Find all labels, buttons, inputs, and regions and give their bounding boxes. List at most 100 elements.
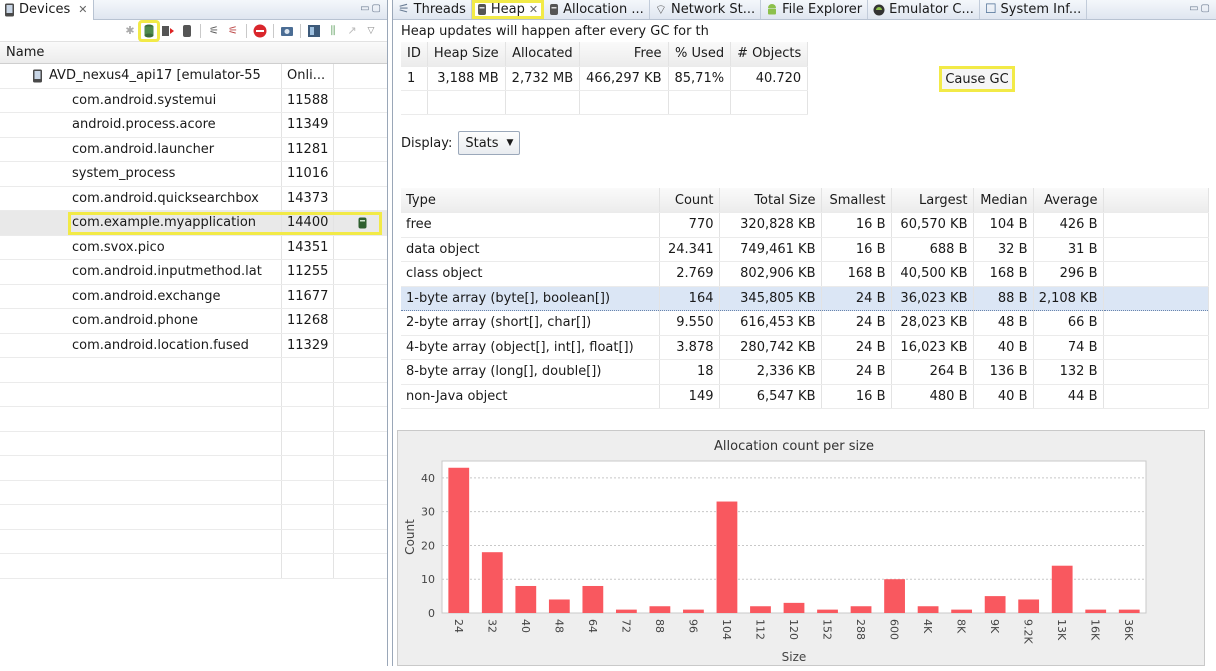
close-icon[interactable]: ✕	[78, 3, 87, 16]
minimize-maximize-icon[interactable]: ▭▢	[360, 3, 383, 14]
stats-header[interactable]: Count	[659, 188, 720, 213]
stats-cell: 164	[659, 285, 720, 311]
process-name: com.android.systemui	[0, 88, 282, 112]
stats-cell: 2,108 KB	[1033, 285, 1104, 311]
x-tick-label: 64	[586, 619, 599, 633]
chart-bar	[951, 609, 973, 613]
chart-title: Allocation count per size	[714, 439, 874, 454]
chart-bar	[783, 602, 805, 613]
stats-cell: 40 B	[973, 384, 1034, 409]
stop-process-icon[interactable]	[252, 23, 268, 39]
tab-threads[interactable]: ⚟ Threads	[393, 0, 472, 19]
stats-cell: 9.550	[659, 310, 720, 336]
tab-network-statistics[interactable]: ⌔ Network St...	[650, 0, 762, 19]
process-row[interactable]: android.process.acore 11349	[0, 113, 387, 138]
y-axis-label: Count	[403, 519, 417, 555]
opengl-trace-icon[interactable]: ↗	[344, 23, 360, 39]
stats-row[interactable]: data object 24.341 749,461 KB 16 B 688 B 32 B…	[401, 237, 1209, 262]
devices-view: Devices ✕ ▭▢ ✱ ⚟ ⚟ ⫼ ↗ ▽ Name AVD_nexus4…	[0, 0, 388, 666]
stats-row[interactable]: class object 2.769 802,906 KB 168 B 40,500 K…	[401, 261, 1209, 287]
summary-cell: 40.720	[730, 66, 809, 91]
tab-heap[interactable]: Heap ✕	[471, 0, 545, 19]
process-row[interactable]: com.android.inputmethod.lat 11255	[0, 260, 387, 285]
tab-emulator-control[interactable]: Emulator C...	[868, 0, 980, 19]
screen-capture-icon[interactable]	[279, 23, 295, 39]
stats-header[interactable]: Type	[401, 188, 660, 213]
tab-file-explorer[interactable]: File Explorer	[761, 0, 869, 19]
update-threads-icon[interactable]: ⚟	[206, 23, 222, 39]
heap-update-note: Heap updates will happen after every GC …	[401, 23, 709, 39]
stats-cell: 136 B	[973, 359, 1034, 385]
x-tick-label: 48	[552, 619, 565, 633]
tab-system-information[interactable]: ☐ System Inf...	[980, 0, 1088, 19]
summary-header[interactable]: Allocated	[505, 42, 581, 67]
process-row[interactable]: com.android.systemui 11588	[0, 88, 387, 113]
stats-cell: 3.878	[659, 335, 720, 360]
update-heap-icon[interactable]	[138, 19, 160, 42]
dump-hprof-icon[interactable]	[160, 23, 176, 39]
summary-header[interactable]: Free	[579, 42, 669, 67]
stats-row[interactable]: 1-byte array (byte[], boolean[]) 164 345,8…	[401, 285, 1209, 311]
tab-devices[interactable]: Devices ✕	[0, 0, 95, 20]
process-row[interactable]: com.android.location.fused 11329	[0, 333, 387, 358]
device-name: AVD_nexus4_api17 [emulator-55	[49, 68, 261, 84]
stats-row[interactable]: 8-byte array (long[], double[]) 18 2,336 K…	[401, 359, 1209, 385]
stats-header[interactable]: Smallest	[821, 188, 892, 213]
systrace-icon[interactable]: ⫼	[325, 23, 341, 39]
stats-cell: data object	[401, 237, 660, 262]
process-row[interactable]: system_process 11016	[0, 162, 387, 187]
display-dropdown[interactable]: Stats ▼	[458, 131, 521, 155]
stats-header[interactable]: Total Size	[719, 188, 822, 213]
stats-row[interactable]: 4-byte array (object[], int[], float[]) 3…	[401, 335, 1209, 360]
summary-header[interactable]: % Used	[668, 42, 732, 67]
x-tick-label: 4K	[921, 619, 934, 634]
process-pid: 11329	[282, 333, 334, 357]
summary-header[interactable]: Heap Size	[427, 42, 506, 67]
y-tick-label: 20	[421, 539, 435, 552]
stats-cell: 44 B	[1033, 384, 1104, 409]
cause-gc-button[interactable]: Cause GC	[939, 66, 1015, 92]
dump-view-hierarchy-icon[interactable]	[306, 23, 322, 39]
x-tick-label: 32	[485, 619, 498, 633]
heap-summary-table: ID Heap Size Allocated Free% Used # Objects …	[401, 42, 809, 115]
process-row[interactable]: com.android.launcher 11281	[0, 137, 387, 162]
stats-cell: 688 B	[891, 237, 974, 262]
process-name: com.example.myapplication	[0, 211, 282, 235]
stats-header[interactable]: Average	[1033, 188, 1104, 213]
summary-header[interactable]: ID	[401, 42, 428, 67]
stats-header[interactable]: Largest	[891, 188, 974, 213]
x-tick-label: 88	[653, 619, 666, 633]
tab-allocation-tracker[interactable]: Allocation ...	[544, 0, 650, 19]
process-row[interactable]: com.android.phone 11268	[0, 309, 387, 334]
x-tick-label: 36K	[1122, 619, 1135, 641]
x-tick-label: 13K	[1055, 619, 1068, 641]
stats-cell: 345,805 KB	[719, 285, 822, 311]
stats-row[interactable]: free 770 320,828 KB 16 B 60,570 KB 104 B 426 B	[401, 212, 1209, 238]
stats-row[interactable]: non-Java object 149 6,547 KB 16 B 480 B 40 B4…	[401, 384, 1209, 409]
debug-icon[interactable]: ✱	[122, 23, 138, 39]
x-tick-label: 96	[686, 619, 699, 633]
stats-row[interactable]: 2-byte array (short[], char[]) 9.550 616,4…	[401, 310, 1209, 336]
summary-cell: 466,297 KB	[579, 66, 669, 91]
stats-header[interactable]: Median	[973, 188, 1034, 213]
stats-cell: 24 B	[821, 359, 892, 385]
minimize-maximize-icon[interactable]: ▭▢	[1189, 3, 1212, 14]
device-row[interactable]: AVD_nexus4_api17 [emulator-55 Onli...	[0, 64, 387, 89]
process-row[interactable]: com.svox.pico 14351	[0, 235, 387, 260]
stats-cell: 24 B	[821, 335, 892, 360]
view-menu-icon[interactable]: ▽	[363, 23, 379, 39]
process-name: com.android.exchange	[0, 284, 282, 308]
chart-bar	[515, 585, 537, 613]
start-method-profiling-icon[interactable]: ⚟	[225, 23, 241, 39]
process-row[interactable]: com.android.exchange 11677	[0, 284, 387, 309]
stats-cell: 8-byte array (long[], double[])	[401, 359, 660, 385]
cause-gc-icon[interactable]	[179, 23, 195, 39]
x-axis-label: Size	[782, 650, 807, 664]
close-icon[interactable]: ✕	[529, 3, 538, 16]
stats-cell: 40,500 KB	[891, 261, 974, 287]
stats-cell: 36,023 KB	[891, 285, 974, 311]
summary-header[interactable]: # Objects	[730, 42, 809, 67]
column-header-name[interactable]: Name	[0, 42, 387, 64]
process-row[interactable]: com.example.myapplication 14400	[0, 211, 387, 236]
process-row[interactable]: com.android.quicksearchbox 14373	[0, 186, 387, 211]
